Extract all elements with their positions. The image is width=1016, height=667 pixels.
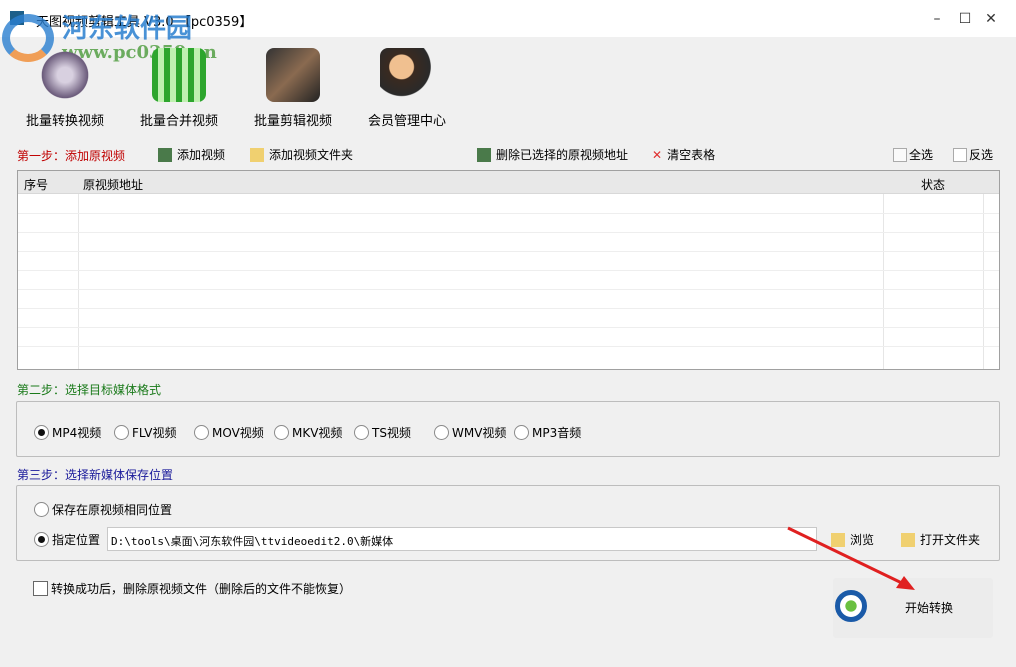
batch-edit-button[interactable]: 批量剪辑视频 [238, 48, 348, 129]
select-all-button[interactable]: 全选 [893, 146, 933, 163]
radio-mp4[interactable]: MP4视频 [34, 424, 101, 441]
save-path-input[interactable]: D:\tools\桌面\河东软件园\ttvideoedit2.0\新媒体 [107, 527, 817, 551]
radio-label: MP4视频 [52, 426, 102, 440]
clear-table-label: 清空表格 [667, 148, 716, 162]
clear-table-button[interactable]: ✕ 清空表格 [652, 146, 715, 163]
start-convert-label: 开始转换 [905, 601, 954, 615]
radio-label: MOV视频 [212, 426, 264, 440]
column-header-index: 序号 [24, 178, 49, 192]
document-icon [953, 147, 967, 162]
radio-label: MKV视频 [292, 426, 343, 440]
batch-merge-button[interactable]: 批量合并视频 [124, 48, 234, 129]
radio-custom-location[interactable]: 指定位置 [34, 531, 100, 548]
step3-label: 第三步：选择新媒体保存位置 [17, 468, 174, 482]
radio-wmv[interactable]: WMV视频 [434, 424, 506, 441]
document-icon [893, 147, 907, 162]
film-scissors-icon [266, 48, 320, 102]
film-delete-icon [477, 147, 491, 162]
radio-mkv[interactable]: MKV视频 [274, 424, 342, 441]
delete-selected-label: 删除已选择的原视频地址 [496, 148, 629, 162]
folder-add-icon [250, 147, 264, 162]
batch-merge-label: 批量合并视频 [139, 114, 218, 129]
open-folder-label: 打开文件夹 [920, 533, 981, 547]
select-all-label: 全选 [909, 148, 934, 162]
radio-label: TS视频 [372, 426, 411, 440]
checkbox-box[interactable] [33, 581, 48, 596]
radio-label: 指定位置 [52, 533, 101, 547]
close-button[interactable]: ✕ [976, 8, 1006, 30]
delete-original-label: 转换成功后，删除原视频文件（删除后的文件不能恢复） [51, 582, 352, 596]
users-icon [380, 48, 434, 102]
add-folder-label: 添加视频文件夹 [269, 148, 354, 162]
delete-original-checkbox[interactable]: 转换成功后，删除原视频文件（删除后的文件不能恢复） [33, 580, 351, 597]
radio-label: WMV视频 [452, 426, 507, 440]
column-header-path: 原视频地址 [83, 178, 144, 192]
radio-ts[interactable]: TS视频 [354, 424, 411, 441]
watermark-logo: 河东软件园 [62, 14, 193, 44]
red-x-icon: ✕ [652, 147, 663, 162]
member-center-label: 会员管理中心 [367, 114, 446, 129]
radio-same-location[interactable]: 保存在原视频相同位置 [34, 501, 172, 518]
radio-mp3[interactable]: MP3音频 [514, 424, 581, 441]
minimize-button[interactable]: – [922, 8, 952, 30]
radio-flv[interactable]: FLV视频 [114, 424, 176, 441]
column-header-status: 状态 [921, 178, 946, 192]
delete-selected-button[interactable]: 删除已选择的原视频地址 [477, 146, 628, 163]
invert-label: 反选 [969, 148, 994, 162]
step2-label: 第二步：选择目标媒体格式 [17, 383, 162, 397]
radio-label: 保存在原视频相同位置 [52, 503, 173, 517]
video-table[interactable]: 序号 原视频地址 状态 [17, 170, 1000, 370]
member-center-button[interactable]: 会员管理中心 [352, 48, 462, 129]
radio-mov[interactable]: MOV视频 [194, 424, 264, 441]
batch-edit-label: 批量剪辑视频 [253, 114, 332, 129]
red-arrow-annotation [787, 526, 915, 590]
invert-selection-button[interactable]: 反选 [953, 146, 993, 163]
radio-label: FLV视频 [132, 426, 177, 440]
merge-grid-icon [152, 48, 206, 102]
batch-convert-button[interactable]: 批量转换视频 [10, 48, 120, 129]
add-video-label: 添加视频 [177, 148, 226, 162]
add-folder-button[interactable]: 添加视频文件夹 [250, 146, 353, 163]
film-add-icon [158, 147, 172, 162]
radio-label: MP3音频 [532, 426, 582, 440]
step1-label: 第一步：添加原视频 [17, 149, 126, 163]
batch-convert-label: 批量转换视频 [25, 114, 104, 129]
table-header: 序号 原视频地址 状态 [18, 171, 999, 194]
film-reel-convert-icon [38, 48, 92, 102]
add-video-button[interactable]: 添加视频 [158, 146, 225, 163]
